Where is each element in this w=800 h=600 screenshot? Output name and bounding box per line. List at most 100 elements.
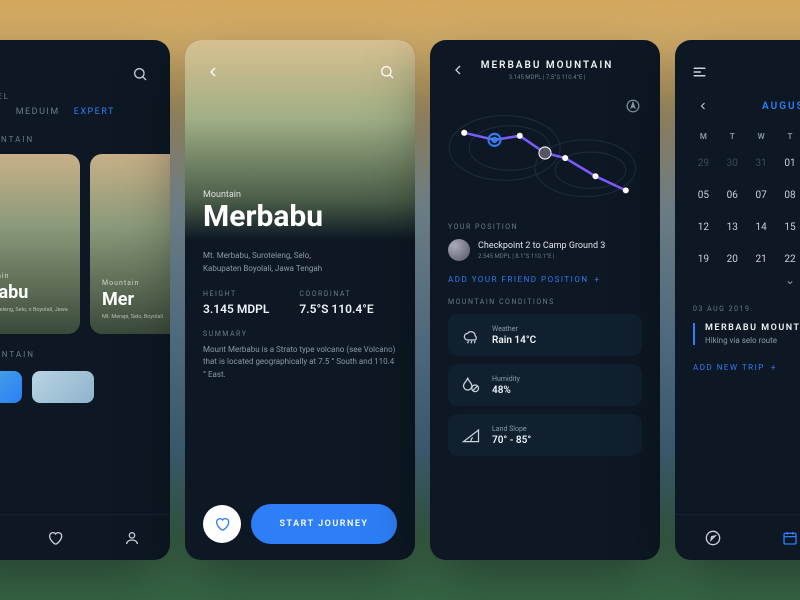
- add-friend-button[interactable]: ADD YOUR FRIEND POSITION +: [448, 275, 642, 284]
- start-journey-button[interactable]: START JOURNEY: [251, 504, 397, 544]
- current-position[interactable]: Checkpoint 2 to Camp Ground 3 2.545 MDPL…: [448, 239, 642, 261]
- level-expert[interactable]: EXPERT: [74, 107, 115, 117]
- page-subtitle: 3.145 MDPL | 7.5°S 110.4°E |: [478, 74, 616, 81]
- prev-month-icon[interactable]: [693, 96, 713, 116]
- height-value: 3.145 MDPL: [203, 302, 269, 316]
- summary-text: Mount Merbabu is a Strato type volcano (…: [203, 344, 397, 382]
- compass-icon: [626, 99, 640, 113]
- expand-calendar-icon[interactable]: ⌄: [689, 273, 800, 287]
- cta-label: START JOURNEY: [280, 519, 369, 529]
- card-location: babu, Suroteleng, Selo, n Boyolali, Jawa…: [0, 307, 68, 322]
- popular-section-label: AR MOUNTAIN: [0, 350, 170, 359]
- page-title: Merbabu: [203, 199, 323, 234]
- screen-route-map: MERBABU MOUNTAIN 3.145 MDPL | 7.5°S 110.…: [430, 40, 660, 560]
- card-type: Mountain: [102, 279, 170, 287]
- route-map[interactable]: [444, 93, 646, 213]
- mountain-card[interactable]: Mountain erbabu babu, Suroteleng, Selo, …: [0, 154, 80, 334]
- location-text: Mt. Merbabu, Suroteleng, Selo, Kabupaten…: [203, 250, 397, 276]
- day-cell[interactable]: 13: [718, 211, 747, 243]
- hero-image: Mountain Merbabu: [185, 40, 415, 240]
- position-label: YOUR POSITION: [448, 223, 642, 231]
- coord-label: COORDINAT: [299, 290, 373, 298]
- day-cell[interactable]: 31: [747, 147, 776, 179]
- day-cell[interactable]: 21: [747, 243, 776, 275]
- screen-calendar: AUGUST 2019 M T W T F 293031010203040506…: [675, 40, 800, 560]
- stat-coordinate: COORDINAT 7.5°S 110.4°E: [299, 290, 373, 316]
- search-icon[interactable]: [130, 64, 150, 84]
- profile-icon[interactable]: [122, 528, 142, 548]
- card-name: erbabu: [0, 282, 68, 303]
- slope-icon: [460, 424, 482, 446]
- back-icon[interactable]: [203, 62, 223, 82]
- dow-cell: T: [718, 132, 747, 141]
- day-cell[interactable]: 19: [689, 243, 718, 275]
- calendar-grid: M T W T F 293031010203040506070809101112…: [675, 122, 800, 297]
- cond-value: 48%: [492, 385, 520, 396]
- stat-height: HEIGHT 3.145 MDPL: [203, 290, 269, 316]
- cond-value: 70° - 85°: [492, 435, 531, 446]
- trip-subtitle: Hiking via selo route: [705, 336, 800, 345]
- day-cell[interactable]: 15: [776, 211, 800, 243]
- cloud-rain-icon: [460, 324, 482, 346]
- trip-title: MERBABU MOUNTAIN: [705, 323, 800, 333]
- condition-weather: Weather Rain 14°C: [448, 314, 642, 356]
- day-cell[interactable]: 29: [689, 147, 718, 179]
- mountains-section-label: ST MOUNTAIN: [0, 135, 170, 144]
- condition-slope: Land Slope 70° - 85°: [448, 414, 642, 456]
- screen-mountain-detail: Mountain Merbabu Mt. Merbabu, Suroteleng…: [185, 40, 415, 560]
- cond-value: Rain 14°C: [492, 335, 536, 346]
- dow-cell: M: [689, 132, 718, 141]
- add-friend-label: ADD YOUR FRIEND POSITION: [448, 275, 589, 284]
- day-cell[interactable]: 30: [718, 147, 747, 179]
- humidity-icon: [460, 374, 482, 396]
- compass-icon[interactable]: [703, 528, 723, 548]
- day-cell[interactable]: 14: [747, 211, 776, 243]
- day-cell[interactable]: 06: [718, 179, 747, 211]
- menu-icon[interactable]: [691, 62, 711, 82]
- back-icon[interactable]: [448, 60, 468, 80]
- checkpoint-sub: 2.545 MDPL | 8.1°S 110.1°E |: [478, 253, 605, 260]
- trip-card[interactable]: MERBABU MOUNTAIN Hiking via selo route: [693, 323, 800, 345]
- checkpoint-name: Checkpoint 2 to Camp Ground 3: [478, 241, 605, 251]
- day-cell[interactable]: 20: [718, 243, 747, 275]
- day-cell[interactable]: 01: [776, 147, 800, 179]
- tab-bar: [0, 514, 170, 560]
- plus-icon: +: [595, 275, 601, 284]
- dow-cell: W: [747, 132, 776, 141]
- level-newbie[interactable]: NEWBIE: [0, 107, 2, 117]
- level-selector: NEWBIE MEDUIM EXPERT: [0, 101, 170, 129]
- popular-chip[interactable]: [32, 371, 94, 403]
- summary-label: SUMMARY: [203, 330, 397, 338]
- level-section-label: SE LEVEL: [0, 92, 170, 101]
- level-medium[interactable]: MEDUIM: [16, 107, 60, 117]
- day-cell[interactable]: 05: [689, 179, 718, 211]
- trip-date: 03 AUG 2019: [693, 305, 800, 313]
- user-avatar: [448, 239, 470, 261]
- heart-icon[interactable]: [45, 528, 65, 548]
- popular-chip[interactable]: [0, 371, 22, 403]
- dow-cell: T: [776, 132, 800, 141]
- screen-discover: SE LEVEL NEWBIE MEDUIM EXPERT ST MOUNTAI…: [0, 40, 170, 560]
- day-cell[interactable]: 22: [776, 243, 800, 275]
- search-icon[interactable]: [377, 62, 397, 82]
- calendar-icon[interactable]: [780, 528, 800, 548]
- add-trip-button[interactable]: ADD NEW TRIP +: [693, 363, 800, 372]
- page-title: MERBABU MOUNTAIN: [478, 60, 616, 71]
- cond-label: Weather: [492, 325, 536, 333]
- card-location: Mt. Merapi, Selo, Boyolali: [102, 314, 170, 322]
- cond-label: Land Slope: [492, 425, 531, 433]
- day-cell[interactable]: 08: [776, 179, 800, 211]
- favorite-button[interactable]: [203, 505, 241, 543]
- cond-label: Humidity: [492, 375, 520, 383]
- tab-bar: [675, 514, 800, 560]
- card-type: Mountain: [0, 272, 68, 280]
- height-label: HEIGHT: [203, 290, 269, 298]
- coord-value: 7.5°S 110.4°E: [299, 302, 373, 316]
- conditions-label: MOUNTAIN CONDITIONS: [448, 298, 642, 306]
- day-cell[interactable]: 07: [747, 179, 776, 211]
- day-cell[interactable]: 12: [689, 211, 718, 243]
- plus-icon: +: [771, 363, 777, 372]
- condition-humidity: Humidity 48%: [448, 364, 642, 406]
- mountain-card[interactable]: Mountain Mer Mt. Merapi, Selo, Boyolali: [90, 154, 170, 334]
- dow-row: M T W T F: [689, 132, 800, 141]
